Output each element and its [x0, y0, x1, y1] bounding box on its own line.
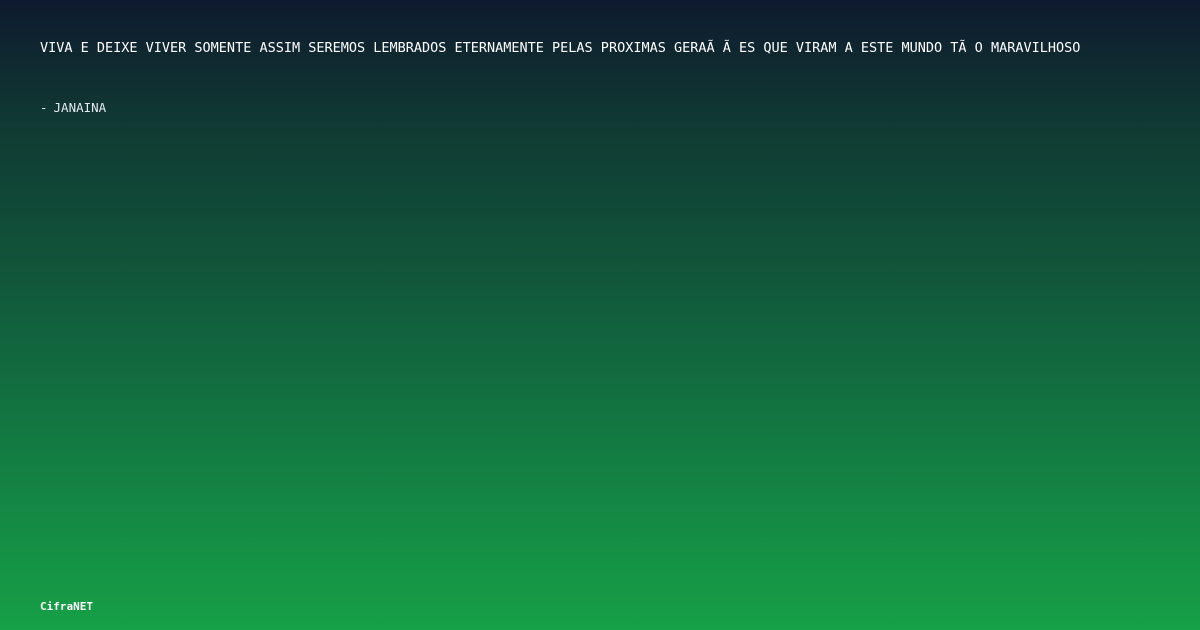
author-dash: -	[40, 100, 48, 115]
author-name: JANAINA	[53, 100, 107, 115]
quote-text: VIVA E DEIXE VIVER SOMENTE ASSIM SEREMOS…	[40, 40, 1081, 56]
quote-card: VIVA E DEIXE VIVER SOMENTE ASSIM SEREMOS…	[0, 0, 1200, 630]
brand-logo-text: CifraNET	[40, 600, 93, 613]
quote-author: - JANAINA	[40, 100, 106, 116]
